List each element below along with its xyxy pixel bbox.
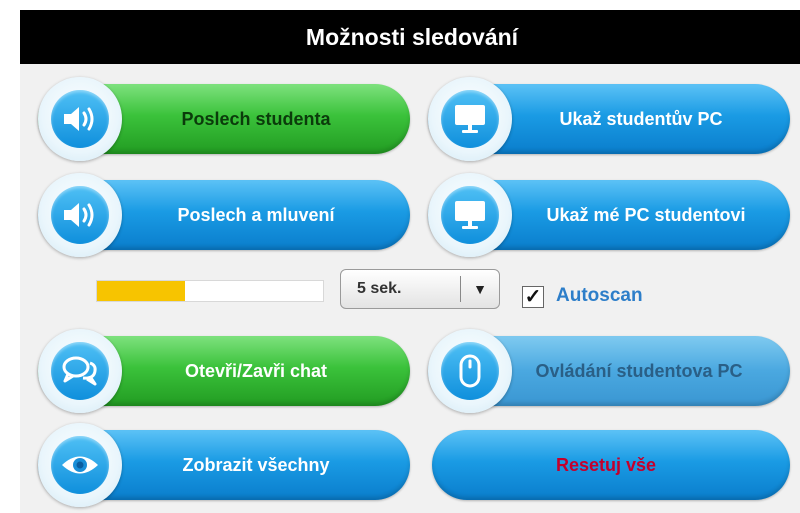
panel-title-text: Možnosti sledování (305, 23, 519, 50)
show-student-pc-label: Ukaž studentův PC (559, 108, 723, 129)
scan-interval-select[interactable]: 5 sek. ▼ (340, 269, 500, 309)
monitor-icon (455, 105, 485, 133)
speaker-icon (64, 203, 94, 227)
show-all-icon-circle[interactable] (38, 423, 122, 507)
speaker-icon (64, 107, 94, 131)
scan-progress-fill (97, 281, 186, 301)
listen-student-label: Poslech studenta (181, 108, 331, 129)
show-all-label: Zobrazit všechny (182, 454, 330, 475)
listen-and-talk-label: Poslech a mluvení (177, 204, 335, 225)
chat-icon-circle[interactable] (38, 329, 122, 413)
show-my-pc-icon-circle[interactable] (428, 173, 512, 257)
mouse-icon (459, 354, 481, 388)
scan-progress-bar (96, 280, 324, 302)
monitor-icon (455, 201, 485, 229)
show-student-pc-icon-circle[interactable] (428, 77, 512, 161)
autoscan-checkbox[interactable]: ✓ (522, 286, 544, 308)
scan-interval-value: 5 sek. (357, 280, 402, 297)
dropdown-arrow-icon[interactable]: ▼ (461, 281, 499, 297)
listen-and-talk-icon-circle[interactable] (38, 173, 122, 257)
reset-all-label: Resetuj vše (555, 454, 657, 475)
eye-icon (62, 456, 98, 474)
reset-all-button[interactable]: Resetuj vše (432, 430, 790, 500)
open-close-chat-label: Otevři/Zavři chat (184, 360, 328, 381)
autoscan-label[interactable]: Autoscan (556, 285, 643, 307)
check-icon: ✓ (524, 286, 542, 308)
panel-title: Možnosti sledování (20, 10, 800, 64)
control-icon-circle[interactable] (428, 329, 512, 413)
chat-bubbles-icon (62, 356, 97, 386)
listen-student-icon-circle[interactable] (38, 77, 122, 161)
